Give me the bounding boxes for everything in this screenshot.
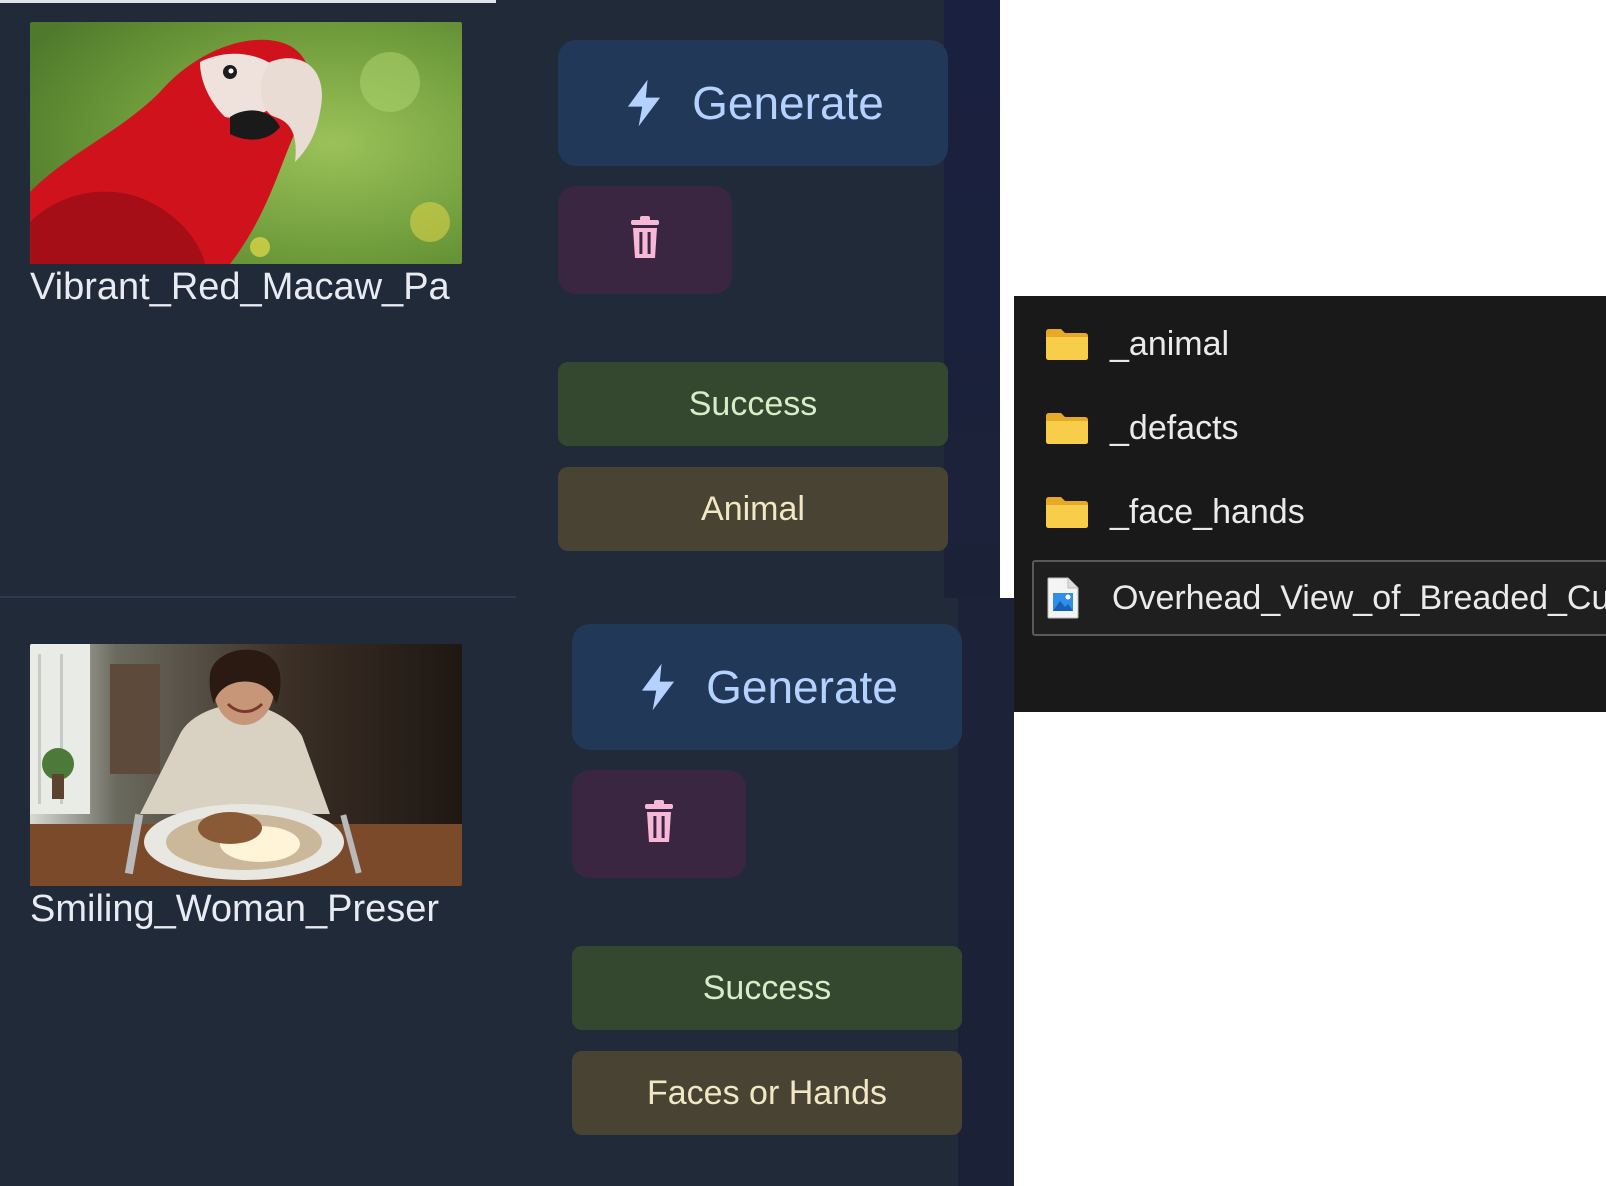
- trash-icon: [625, 214, 665, 267]
- filename-label: Smiling_Woman_Preser: [30, 888, 440, 930]
- woman-thumbnail[interactable]: [30, 644, 462, 886]
- folder-label: _face_hands: [1110, 492, 1305, 531]
- status-badge-success[interactable]: Success: [572, 946, 962, 1030]
- file-item-selected[interactable]: Overhead_View_of_Breaded_Cutl: [1032, 560, 1606, 636]
- generate-button[interactable]: Generate: [558, 40, 948, 166]
- folder-item-animal[interactable]: _animal: [1014, 308, 1229, 380]
- category-button[interactable]: Faces or Hands: [572, 1051, 962, 1135]
- background-strip: [944, 0, 1000, 598]
- macaw-thumbnail[interactable]: [30, 22, 462, 264]
- folder-icon: [1044, 494, 1094, 530]
- image-card-2: Smiling_Woman_Preser Generate Success Fa…: [0, 598, 1014, 1186]
- status-badge-success[interactable]: Success: [558, 362, 948, 446]
- folder-icon: [1044, 410, 1094, 446]
- lightning-bolt-icon: [636, 662, 680, 712]
- lightning-bolt-icon: [622, 78, 666, 128]
- generate-button[interactable]: Generate: [572, 624, 962, 750]
- folder-item-face-hands[interactable]: _face_hands: [1014, 476, 1305, 548]
- folder-label: _animal: [1110, 324, 1230, 363]
- trash-icon: [639, 798, 679, 851]
- folder-icon: [1044, 326, 1094, 362]
- image-card-1: Vibrant_Red_Macaw_Pa Generate Success An…: [0, 0, 1000, 598]
- generate-label: Generate: [692, 77, 884, 129]
- filename-label: Vibrant_Red_Macaw_Pa: [30, 266, 450, 308]
- category-button[interactable]: Animal: [558, 467, 948, 551]
- background-strip: [958, 598, 1014, 1186]
- folder-item-defacts[interactable]: _defacts: [1014, 392, 1239, 464]
- generate-label: Generate: [706, 661, 898, 713]
- file-explorer-panel: _animal _defacts _face_hands Overhead_Vi…: [1014, 296, 1606, 712]
- file-label: Overhead_View_of_Breaded_Cutl: [1112, 578, 1606, 617]
- image-file-icon: [1046, 577, 1096, 619]
- folder-label: _defacts: [1110, 408, 1239, 447]
- top-divider: [0, 0, 496, 3]
- delete-button[interactable]: [558, 186, 732, 294]
- delete-button[interactable]: [572, 770, 746, 878]
